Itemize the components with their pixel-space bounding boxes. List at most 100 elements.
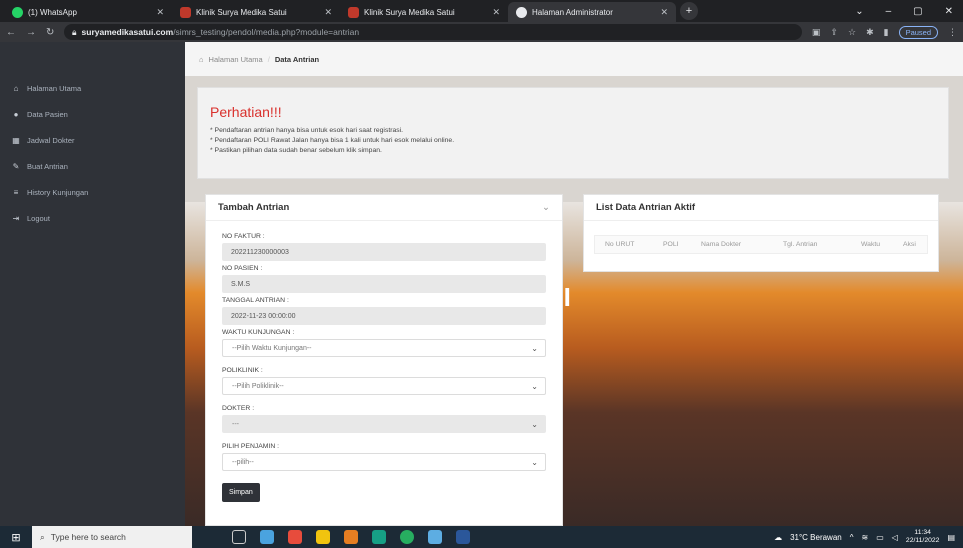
calendar-icon: ▦ [12, 135, 20, 145]
lock-icon[interactable]: 🔒︎ [72, 27, 77, 38]
poliklinik-label: POLIKLINIK : [222, 367, 263, 374]
breadcrumb: ⌂ Halaman Utama / Data Antrian [185, 42, 963, 76]
task-view-icon[interactable] [232, 530, 246, 544]
puzzle-icon[interactable]: ✱ [866, 27, 874, 38]
penjamin-label: PILIH PENJAMIN : [222, 443, 280, 450]
card-title: List Data Antrian Aktif [596, 202, 696, 213]
chevron-down-icon[interactable]: ⌄ [855, 6, 863, 17]
column-header: POLI [663, 241, 679, 248]
select-value: --- [232, 420, 239, 428]
chrome-icon[interactable] [400, 530, 414, 544]
whatsapp-icon [12, 6, 23, 18]
clock-time: 11:34 [914, 529, 931, 536]
tab-label: (1) WhatsApp [28, 7, 77, 17]
url-field[interactable]: 🔒︎ suryamedikasatui.com/simrs_testing/pe… [64, 24, 802, 40]
breadcrumb-separator: / [267, 54, 270, 64]
close-icon[interactable]: ✕ [156, 7, 164, 18]
sidebar-item-jadwal-dokter[interactable]: ▦ Jadwal Dokter [0, 127, 185, 153]
maximize-button[interactable]: ▢ [913, 6, 922, 17]
globe-icon [516, 6, 527, 18]
sidebar-item-label: Jadwal Dokter [27, 135, 75, 145]
sidebar-item-logout[interactable]: ⇥ Logout [0, 205, 185, 231]
select-value: --Pilih Waktu Kunjungan-- [232, 344, 312, 352]
tab-label: Halaman Administrator [532, 7, 613, 17]
breadcrumb-home-link[interactable]: Halaman Utama [209, 55, 263, 64]
clock[interactable]: 11:34 22/11/2022 [906, 529, 940, 545]
user-icon: ● [13, 109, 19, 119]
sidebar-item-label: Halaman Utama [27, 83, 82, 93]
battery-icon[interactable]: ▭ [876, 533, 884, 542]
chevron-down-icon: ⌄ [531, 419, 538, 429]
browser-tab-whatsapp[interactable]: (1) WhatsApp ✕ [4, 2, 172, 22]
app-icon[interactable] [288, 530, 302, 544]
close-icon[interactable]: ✕ [324, 7, 332, 18]
dokter-select[interactable]: --- ⌄ [222, 415, 546, 433]
list-icon: ≡ [13, 187, 19, 197]
sidebar-item-buat-antrian[interactable]: ✎ Buat Antrian [0, 153, 185, 179]
share-icon[interactable]: ⇪ [830, 27, 838, 38]
sidebar-item-halaman-utama[interactable]: ⌂ Halaman Utama [0, 75, 185, 101]
chevron-down-icon: ⌄ [531, 381, 538, 391]
alert-line: * Pendaftaran POLI Rawat Jalan hanya bis… [210, 137, 455, 144]
search-icon: ⌕ [40, 531, 45, 542]
close-icon[interactable]: ✕ [660, 7, 668, 18]
extensions-area: ▣ ⇪ ☆ ✱ ▮ Paused ⋮ [812, 25, 957, 39]
app-icon[interactable] [428, 530, 442, 544]
minimize-button[interactable]: – [886, 6, 892, 17]
weather-text[interactable]: 31°C Berawan [790, 533, 842, 542]
chevron-down-icon[interactable]: ⌄ [542, 202, 550, 213]
tab-label: Klinik Surya Medika Satui [196, 7, 287, 17]
forward-icon[interactable]: → [26, 27, 36, 38]
sidebar-item-data-pasien[interactable]: ● Data Pasien [0, 101, 185, 127]
wifi-icon[interactable]: ≋ [862, 533, 869, 542]
warning-alert: Perhatian!!! * Pendaftaran antrian hanya… [197, 87, 949, 179]
page: ⌂ Halaman Utama ● Data Pasien ▦ Jadwal D… [0, 42, 963, 526]
close-window-button[interactable]: ✕ [945, 6, 953, 17]
app-icon[interactable] [344, 530, 358, 544]
column-header: Tgl. Antrian [783, 241, 818, 248]
taskbar-apps [232, 530, 470, 544]
chevron-up-icon[interactable]: ^ [850, 533, 854, 542]
no-faktur-field: 202211230000003 [222, 243, 546, 261]
notification-icon[interactable]: ▤ [947, 533, 955, 542]
select-value: --Pilih Poliklinik-- [232, 382, 284, 390]
taskbar-search[interactable]: ⌕ Type here to search [32, 526, 192, 548]
card-title: Tambah Antrian [218, 202, 290, 213]
window-controls: ⌄ – ▢ ✕ [855, 0, 963, 22]
pencil-icon: ✎ [12, 161, 20, 171]
sidebar-item-history-kunjungan[interactable]: ≡ History Kunjungan [0, 179, 185, 205]
windows-start-icon[interactable]: ⊞ [0, 531, 32, 544]
weather-app-icon[interactable] [260, 530, 274, 544]
dokter-label: DOKTER : [222, 405, 255, 412]
word-icon[interactable] [456, 530, 470, 544]
waktu-kunjungan-select[interactable]: --Pilih Waktu Kunjungan-- ⌄ [222, 339, 546, 357]
reload-icon[interactable]: ↻ [46, 27, 54, 38]
poliklinik-select[interactable]: --Pilih Poliklinik-- ⌄ [222, 377, 546, 395]
volume-icon[interactable]: ◁ [892, 533, 898, 542]
edge-icon[interactable] [372, 530, 386, 544]
sidebar-item-label: Data Pasien [27, 109, 68, 119]
browser-tab-admin[interactable]: Halaman Administrator ✕ [508, 2, 676, 22]
sidepanel-icon[interactable]: ▮ [884, 27, 889, 38]
browser-tab-klinik-2[interactable]: Klinik Surya Medika Satui ✕ [340, 2, 508, 22]
new-tab-button[interactable]: + [680, 2, 698, 20]
sidebar-item-label: History Kunjungan [27, 187, 89, 197]
browser-tab-bar: (1) WhatsApp ✕ Klinik Surya Medika Satui… [0, 0, 963, 22]
file-explorer-icon[interactable] [316, 530, 330, 544]
simpan-button[interactable]: Simpan [222, 483, 260, 502]
chevron-down-icon: ⌄ [531, 457, 538, 467]
home-icon: ⌂ [13, 83, 19, 93]
star-icon[interactable]: ☆ [848, 27, 856, 38]
home-icon: ⌂ [199, 54, 204, 64]
antrian-form: NO FAKTUR : 202211230000003 NO PASIEN : … [206, 221, 562, 510]
back-icon[interactable]: ← [6, 27, 16, 38]
penjamin-select[interactable]: --pilih-- ⌄ [222, 453, 546, 471]
profile-paused-button[interactable]: Paused [898, 25, 938, 39]
menu-icon[interactable]: ⋮ [948, 27, 957, 38]
list-antrian-card: List Data Antrian Aktif No URUT POLI Nam… [583, 194, 939, 272]
translate-icon[interactable]: ▣ [812, 27, 821, 38]
waktu-kunjungan-label: WAKTU KUNJUNGAN : [222, 329, 295, 336]
logout-icon: ⇥ [12, 213, 20, 223]
close-icon[interactable]: ✕ [492, 7, 500, 18]
browser-tab-klinik-1[interactable]: Klinik Surya Medika Satui ✕ [172, 2, 340, 22]
